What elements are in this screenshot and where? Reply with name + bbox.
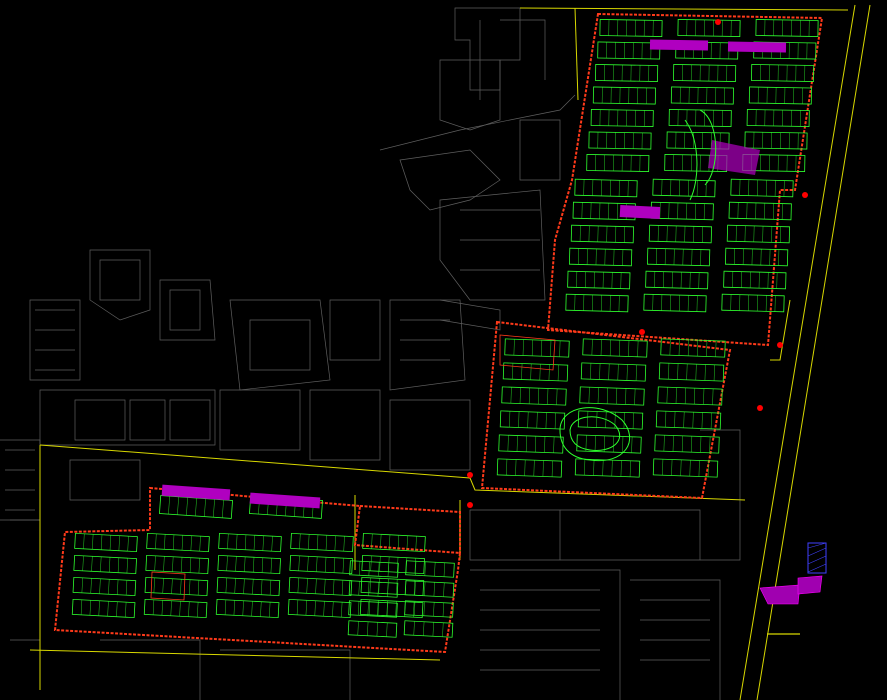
building-block	[650, 201, 714, 221]
building-block	[744, 131, 808, 150]
building-block	[655, 410, 722, 430]
building-block	[582, 338, 648, 358]
building-block	[361, 554, 425, 575]
building-block	[504, 338, 570, 358]
entrance-marker	[467, 472, 473, 478]
building-block	[577, 410, 644, 430]
building-block	[576, 434, 642, 454]
building-block	[360, 576, 425, 597]
building-block	[289, 554, 353, 575]
building-block	[288, 576, 353, 597]
building-block	[728, 201, 792, 221]
building-block	[746, 109, 810, 127]
building-block	[755, 19, 819, 37]
building-block	[405, 560, 455, 578]
building-block	[654, 434, 720, 454]
building-block	[501, 386, 567, 406]
building-block	[588, 131, 652, 150]
road-network	[29, 4, 871, 700]
building-block	[347, 620, 398, 638]
green-spaces	[150, 109, 717, 601]
entrance-marker	[777, 342, 783, 348]
building-block	[670, 86, 734, 105]
entrance-markers	[467, 19, 808, 508]
building-block	[496, 458, 563, 478]
building-block	[287, 598, 352, 619]
building-block	[498, 434, 564, 454]
building-block	[677, 19, 741, 37]
building-block	[721, 293, 785, 313]
building-block	[146, 532, 210, 553]
building-block	[723, 270, 787, 290]
building-block	[145, 554, 209, 575]
building-block	[290, 532, 354, 553]
building-block	[658, 362, 725, 382]
building-block	[748, 86, 812, 105]
building-block	[668, 109, 732, 127]
building-block	[567, 270, 631, 290]
building-block	[652, 178, 716, 198]
building-block	[570, 224, 635, 244]
building-block	[73, 554, 137, 575]
building-block	[404, 580, 455, 598]
building-block	[144, 576, 209, 597]
building-block	[74, 532, 138, 553]
building-block	[216, 576, 281, 597]
building-block	[657, 386, 723, 406]
building-block	[72, 576, 137, 597]
building-block	[643, 293, 707, 313]
building-block	[71, 598, 136, 619]
building-block	[565, 293, 629, 313]
entrance-marker	[715, 19, 721, 25]
building-block	[590, 109, 654, 127]
building-block	[143, 598, 208, 619]
building-block	[730, 178, 794, 198]
entrance-marker	[757, 405, 763, 411]
building-block	[724, 247, 789, 267]
building-block	[349, 560, 399, 578]
entrance-marker	[639, 329, 645, 335]
building-block	[218, 532, 282, 553]
building-block	[217, 554, 281, 575]
residential-buildings	[71, 19, 819, 638]
building-block	[215, 598, 280, 619]
building-block	[574, 458, 641, 478]
entrance-marker	[802, 192, 808, 198]
building-block	[673, 64, 737, 82]
building-block	[751, 64, 815, 82]
building-block	[499, 410, 566, 430]
building-block	[586, 154, 650, 172]
building-block	[502, 362, 569, 382]
building-block	[579, 386, 645, 406]
building-block	[648, 224, 713, 244]
building-block	[403, 620, 454, 638]
site-plan-drawing	[0, 4, 871, 700]
building-block	[645, 270, 709, 290]
building-block	[595, 64, 659, 82]
building-block	[599, 19, 663, 37]
building-block	[568, 247, 633, 267]
building-block	[404, 600, 454, 618]
building-block	[726, 224, 791, 244]
building-block	[574, 178, 638, 198]
building-block	[592, 86, 656, 105]
building-block	[646, 247, 711, 267]
building-block	[580, 362, 647, 382]
building-block	[348, 580, 399, 598]
entrance-marker	[467, 502, 473, 508]
